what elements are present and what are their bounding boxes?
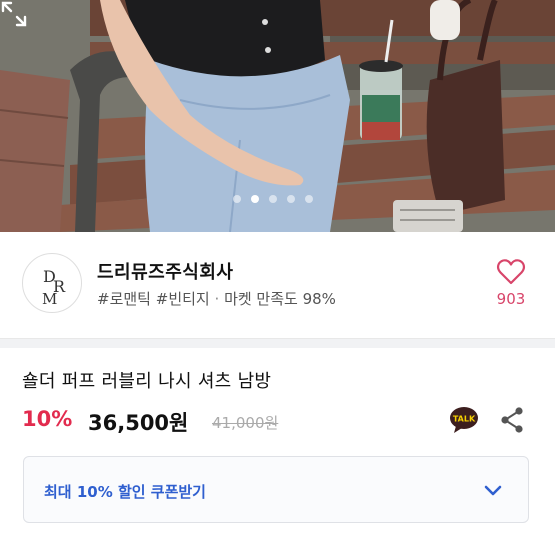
svg-text:M: M <box>42 290 57 308</box>
pager-dot-active[interactable] <box>251 195 259 203</box>
discount-rate: 10% <box>22 407 73 431</box>
store-logo[interactable]: D R M <box>22 253 82 313</box>
pager-dot[interactable] <box>305 195 313 203</box>
store-tags: #로맨틱 #빈티지 · 마켓 만족도 98% <box>97 288 336 309</box>
product-title: 숄더 퍼프 러블리 나시 셔츠 남방 <box>22 371 272 392</box>
product-image[interactable] <box>0 0 555 232</box>
store-info-row[interactable]: D R M 드리뮤즈주식회사 #로맨틱 #빈티지 · 마켓 만족도 98% 90… <box>0 232 555 338</box>
heart-outline-icon[interactable] <box>496 258 526 286</box>
original-price: 41,000원 <box>212 414 279 432</box>
section-divider <box>0 338 555 348</box>
store-logo-mark: D R M <box>42 267 66 308</box>
image-pager <box>0 195 555 205</box>
store-name[interactable]: 드리뮤즈주식회사 <box>97 258 233 284</box>
coupon-label: 최대 10% 할인 쿠폰받기 <box>44 483 206 501</box>
coupon-button[interactable]: 최대 10% 할인 쿠폰받기 <box>23 456 529 523</box>
sale-price: 36,500원 <box>88 411 189 435</box>
pager-dot[interactable] <box>233 195 241 203</box>
pager-dot[interactable] <box>269 195 277 203</box>
talk-badge-text: TALK <box>453 415 476 424</box>
chevron-down-icon <box>484 485 502 496</box>
pager-dot[interactable] <box>287 195 295 203</box>
store-tag[interactable]: #빈티지 <box>156 290 210 308</box>
tag-separator: · <box>214 290 220 308</box>
expand-icon[interactable] <box>0 0 28 28</box>
like-count: 903 <box>496 290 526 308</box>
store-tag[interactable]: #로맨틱 <box>97 290 151 308</box>
store-satisfaction: 마켓 만족도 98% <box>224 290 336 308</box>
share-icon[interactable] <box>499 406 525 434</box>
kakaotalk-icon[interactable]: TALK <box>449 405 479 435</box>
